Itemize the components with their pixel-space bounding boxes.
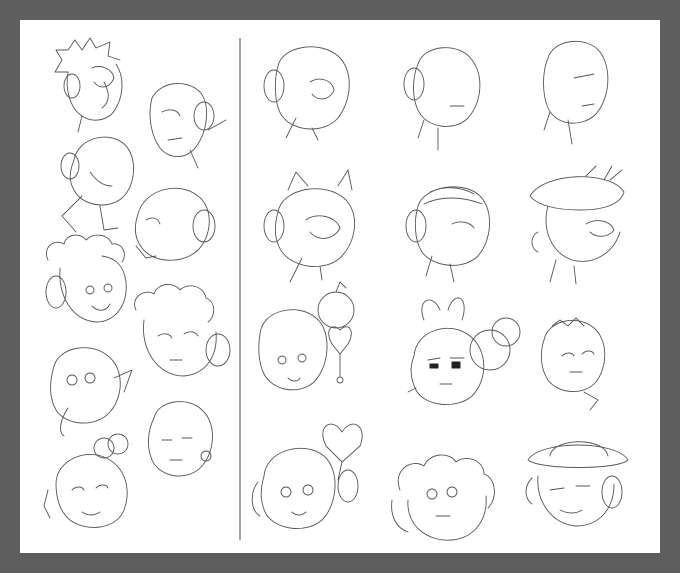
sketch-head-curly-hair-2 (134, 284, 231, 377)
sketch-head-bun-hair (43, 433, 129, 528)
sketch-head-r4-ringed-planet (525, 441, 629, 527)
sketch-head-r1-bald-headphones (263, 46, 350, 141)
sketch-head-bald-profile-2 (134, 187, 216, 261)
sketch-head-pointy-ear (50, 347, 133, 437)
sketch-head-r2-horned-helmet (263, 169, 355, 283)
sketch-head-r1-bald-profile (543, 40, 609, 145)
sketch-head-round (60, 136, 134, 233)
sketch-head-r4-curly-hair (391, 454, 495, 541)
sketch-head-r2-antenna-cap (529, 165, 625, 285)
sketch-head-r3-short-hair-boy (540, 317, 606, 411)
sketch-head-r4-heart-balloon (251, 423, 363, 529)
sketch-head-curly-hair (45, 234, 127, 323)
sketch-head-short-hair (147, 401, 213, 477)
sketch-head-spiky-hair (54, 37, 123, 133)
sketch-head-r2-striped-helmet (405, 186, 490, 283)
sketch-head-r3-bunny-ears (407, 297, 521, 405)
sketch-head-bald-profile (149, 83, 227, 169)
sketch-drawing (43, 37, 629, 541)
sketch-paper (20, 20, 660, 553)
sketch-head-r3-balloon-girl (258, 281, 355, 391)
sketch-head-r1-bald-headphones-2 (403, 47, 481, 151)
